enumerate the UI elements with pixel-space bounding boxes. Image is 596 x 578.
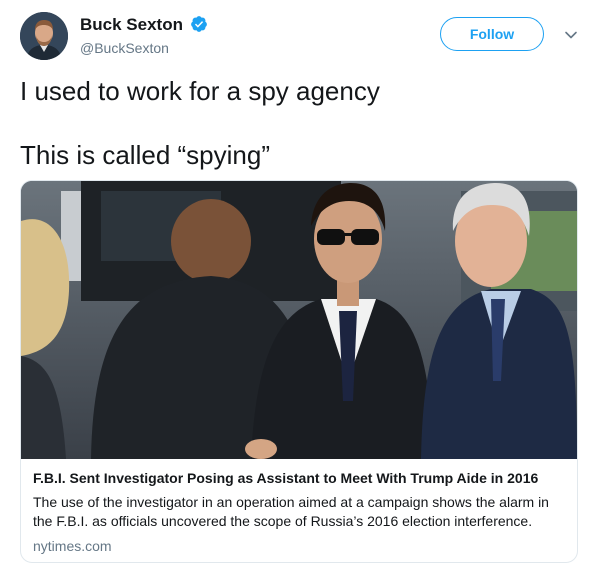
chevron-down-icon[interactable] bbox=[563, 27, 579, 43]
tweet: Buck Sexton @BuckSexton Follow I used to… bbox=[0, 0, 596, 578]
follow-button[interactable]: Follow bbox=[440, 17, 544, 51]
author-name[interactable]: Buck Sexton bbox=[80, 15, 183, 35]
verified-badge-icon bbox=[191, 16, 207, 32]
avatar[interactable] bbox=[20, 12, 68, 60]
card-title[interactable]: F.B.I. Sent Investigator Posing as Assis… bbox=[33, 469, 565, 487]
card-image bbox=[21, 181, 577, 459]
author-handle[interactable]: @BuckSexton bbox=[80, 40, 169, 56]
link-card[interactable]: F.B.I. Sent Investigator Posing as Assis… bbox=[20, 180, 578, 563]
card-domain: nytimes.com bbox=[33, 538, 112, 554]
tweet-text: I used to work for a spy agency This is … bbox=[20, 74, 576, 172]
tweet-line: I used to work for a spy agency bbox=[20, 76, 380, 106]
tweet-line: This is called “spying” bbox=[20, 140, 270, 170]
card-description: The use of the investigator in an operat… bbox=[33, 494, 549, 529]
card-body: F.B.I. Sent Investigator Posing as Assis… bbox=[33, 469, 565, 555]
